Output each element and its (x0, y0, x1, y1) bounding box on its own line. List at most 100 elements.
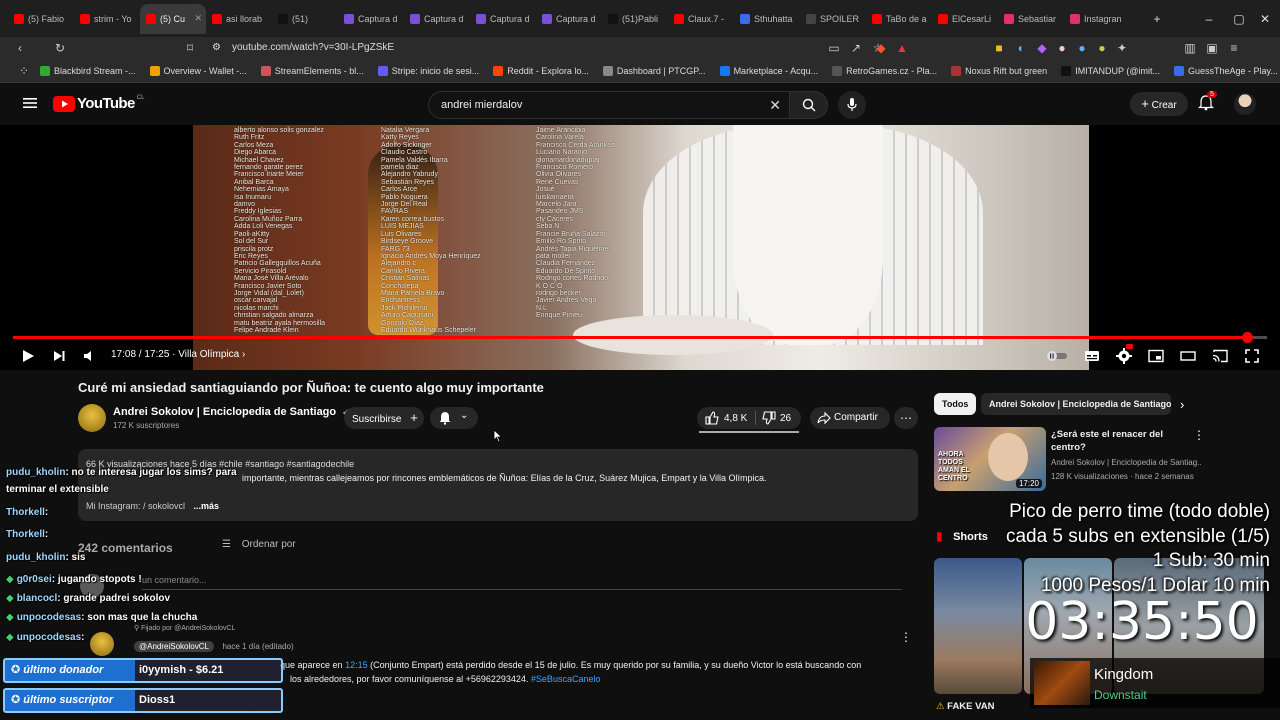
browser-tab[interactable]: Captura d (404, 4, 470, 34)
like-underline (699, 431, 799, 433)
browser-tab[interactable]: (5) Fabio (8, 4, 74, 34)
account-avatar[interactable] (1234, 93, 1256, 115)
cast-button[interactable] (1210, 346, 1230, 366)
extensions-icon[interactable]: ✦ (1114, 40, 1130, 56)
chip-channel[interactable]: Andrei Sokolov | Enciclopedia de Santiag… (981, 393, 1171, 415)
next-button[interactable] (49, 346, 69, 366)
chapter-title[interactable]: Villa Olímpica (178, 349, 239, 360)
comment-timestamp-link[interactable]: 12:15 (345, 660, 368, 670)
browser-tab[interactable]: (5) Cu ✕ (140, 3, 206, 34)
browser-tab[interactable]: Captura d (338, 4, 404, 34)
browser-tab[interactable]: SPOILER (800, 4, 866, 34)
close-tab-icon[interactable]: ✕ (194, 13, 202, 24)
extension-icon-3[interactable]: ◆ (1034, 40, 1050, 56)
back-icon[interactable]: ‹ (12, 40, 28, 56)
extension-icon-2[interactable]: ◖ (1012, 40, 1028, 56)
bookmark-item[interactable]: GuessTheAge - Play... (1174, 65, 1278, 76)
browser-tab[interactable]: (51) (272, 4, 338, 34)
menu-icon[interactable]: ≡ (1226, 40, 1242, 56)
browser-tab[interactable]: strim - Yo (74, 4, 140, 34)
browser-tab[interactable]: asi llorab (206, 4, 272, 34)
bookmark-item[interactable]: Marketplace - Acqu... (719, 65, 818, 76)
recommended-actions-icon[interactable]: ⋮ (1193, 428, 1205, 442)
dislike-button[interactable]: 26 (757, 407, 801, 429)
short-title-1[interactable]: ⚠ FAKE VAN (936, 700, 1026, 713)
notification-preference-button[interactable]: ⌄ (430, 407, 478, 429)
brave-rewards-icon[interactable]: ▲ (894, 40, 910, 56)
theater-mode-button[interactable] (1178, 346, 1198, 366)
channel-name[interactable]: Andrei Sokolov | Enciclopedia de Santiag… (113, 406, 350, 418)
guide-menu-icon[interactable] (22, 95, 38, 111)
browser-tab[interactable]: Sthuhatta (734, 4, 800, 34)
extension-icon-1[interactable]: ■ (991, 40, 1007, 56)
video-player[interactable]: alberto alonso solis gonzalez Ruth Fritz… (0, 125, 1280, 370)
bookmark-item[interactable]: Dashboard | PTCGP... (602, 65, 706, 76)
settings-button[interactable] (1114, 344, 1134, 366)
bookmark-item[interactable]: RetroGames.cz - Pla... (832, 65, 937, 76)
bookmark-item[interactable]: Noxus Rift but green (951, 65, 1047, 76)
play-button[interactable] (18, 346, 38, 366)
brave-shield-icon[interactable]: ◆ (873, 40, 889, 56)
browser-tab[interactable]: Captura d (536, 4, 602, 34)
share-icon[interactable]: ↗ (848, 40, 864, 56)
bookmark-item[interactable]: Blackbird Stream -... (40, 65, 136, 76)
site-settings-icon[interactable]: ⚙ (212, 39, 221, 57)
comment-actions-icon[interactable]: ⋮ (900, 630, 912, 644)
fullscreen-button[interactable] (1242, 346, 1262, 366)
recommended-title-1[interactable]: ¿Será este el renacer del centro? (1051, 428, 1181, 454)
bookmark-item[interactable]: IMITANDUP (@imit... (1061, 65, 1160, 76)
channel-avatar[interactable] (78, 404, 106, 432)
tab-title: Instagran (1084, 13, 1122, 24)
notifications-button[interactable]: 5 (1198, 91, 1217, 113)
last-donor-bar: ✪ último donador i0yymish - $6.21 (3, 658, 283, 683)
search-icon (802, 98, 815, 112)
search-input[interactable]: andrei mierdalov ✕ (428, 91, 790, 119)
sidebar-icon[interactable]: ▥ (1182, 40, 1198, 56)
browser-tab[interactable]: ElCesarLi (932, 4, 998, 34)
cast-icon[interactable]: ▭ (826, 40, 842, 56)
wallet-icon[interactable]: ▣ (1204, 40, 1220, 56)
progress-bar[interactable] (13, 332, 1267, 343)
chips-next-icon[interactable]: › (1180, 397, 1184, 412)
browser-tab[interactable]: Sebastiar (998, 4, 1064, 34)
reload-icon[interactable]: ↻ (52, 40, 68, 56)
hashtag-link[interactable]: #SeBuscaCanelo (531, 674, 601, 684)
bookmark-icon[interactable]: ⌑ (182, 40, 198, 56)
create-button[interactable]: + Crear (1130, 92, 1188, 116)
bell-icon (439, 412, 451, 425)
bookmark-item[interactable]: Reddit - Explora lo... (493, 65, 589, 76)
subscribe-button[interactable]: Suscribirse + (344, 407, 424, 429)
chip-all[interactable]: Todos (934, 393, 977, 415)
apps-icon[interactable]: ⁘ (16, 63, 32, 79)
extension-icon-4[interactable]: ● (1054, 40, 1070, 56)
share-button[interactable]: Compartir (810, 407, 890, 429)
browser-tab[interactable]: Claux.7 - (668, 4, 734, 34)
subtitles-button[interactable] (1082, 346, 1102, 366)
more-actions-button[interactable]: ⋯ (894, 407, 918, 429)
browser-tab[interactable]: (51)Pabli (602, 4, 668, 34)
bookmark-item[interactable]: StreamElements - bl... (260, 65, 364, 76)
search-button[interactable] (790, 91, 828, 119)
new-tab-button[interactable]: + (1142, 0, 1172, 37)
address-bar[interactable]: ⚙ youtube.com/watch?v=30I-LPgZSkE (204, 39, 824, 57)
bookmark-item[interactable]: Stripe: inicio de sesi... (377, 65, 479, 76)
chat-username: Thorkell (6, 529, 45, 540)
recommended-thumbnail-1[interactable]: AHORA TODOS AMAN EL CENTRO 17:20 (934, 427, 1046, 491)
tab-title: Captura d (424, 13, 464, 24)
minimize-button[interactable]: – (1194, 0, 1224, 37)
extension-icon-6[interactable]: ● (1094, 40, 1110, 56)
youtube-logo[interactable]: YouTube CL (53, 95, 144, 112)
like-button[interactable]: 4,8 K (697, 407, 799, 433)
close-window-button[interactable]: ✕ (1250, 0, 1280, 37)
bookmark-item[interactable]: Overview - Wallet -... (149, 65, 247, 76)
clear-search-icon[interactable]: ✕ (769, 92, 781, 118)
miniplayer-button[interactable] (1146, 346, 1166, 366)
recommended-channel-1[interactable]: Andrei Sokolov | Enciclopedia de Santiag… (1051, 458, 1201, 467)
voice-search-button[interactable] (838, 91, 866, 119)
autoplay-toggle[interactable] (1046, 346, 1068, 366)
browser-tab[interactable]: Captura d (470, 4, 536, 34)
extension-icon-5[interactable]: ● (1074, 40, 1090, 56)
volume-button[interactable] (79, 346, 99, 366)
browser-tab[interactable]: Instagran (1064, 4, 1130, 34)
browser-tab[interactable]: TaBo de a (866, 4, 932, 34)
